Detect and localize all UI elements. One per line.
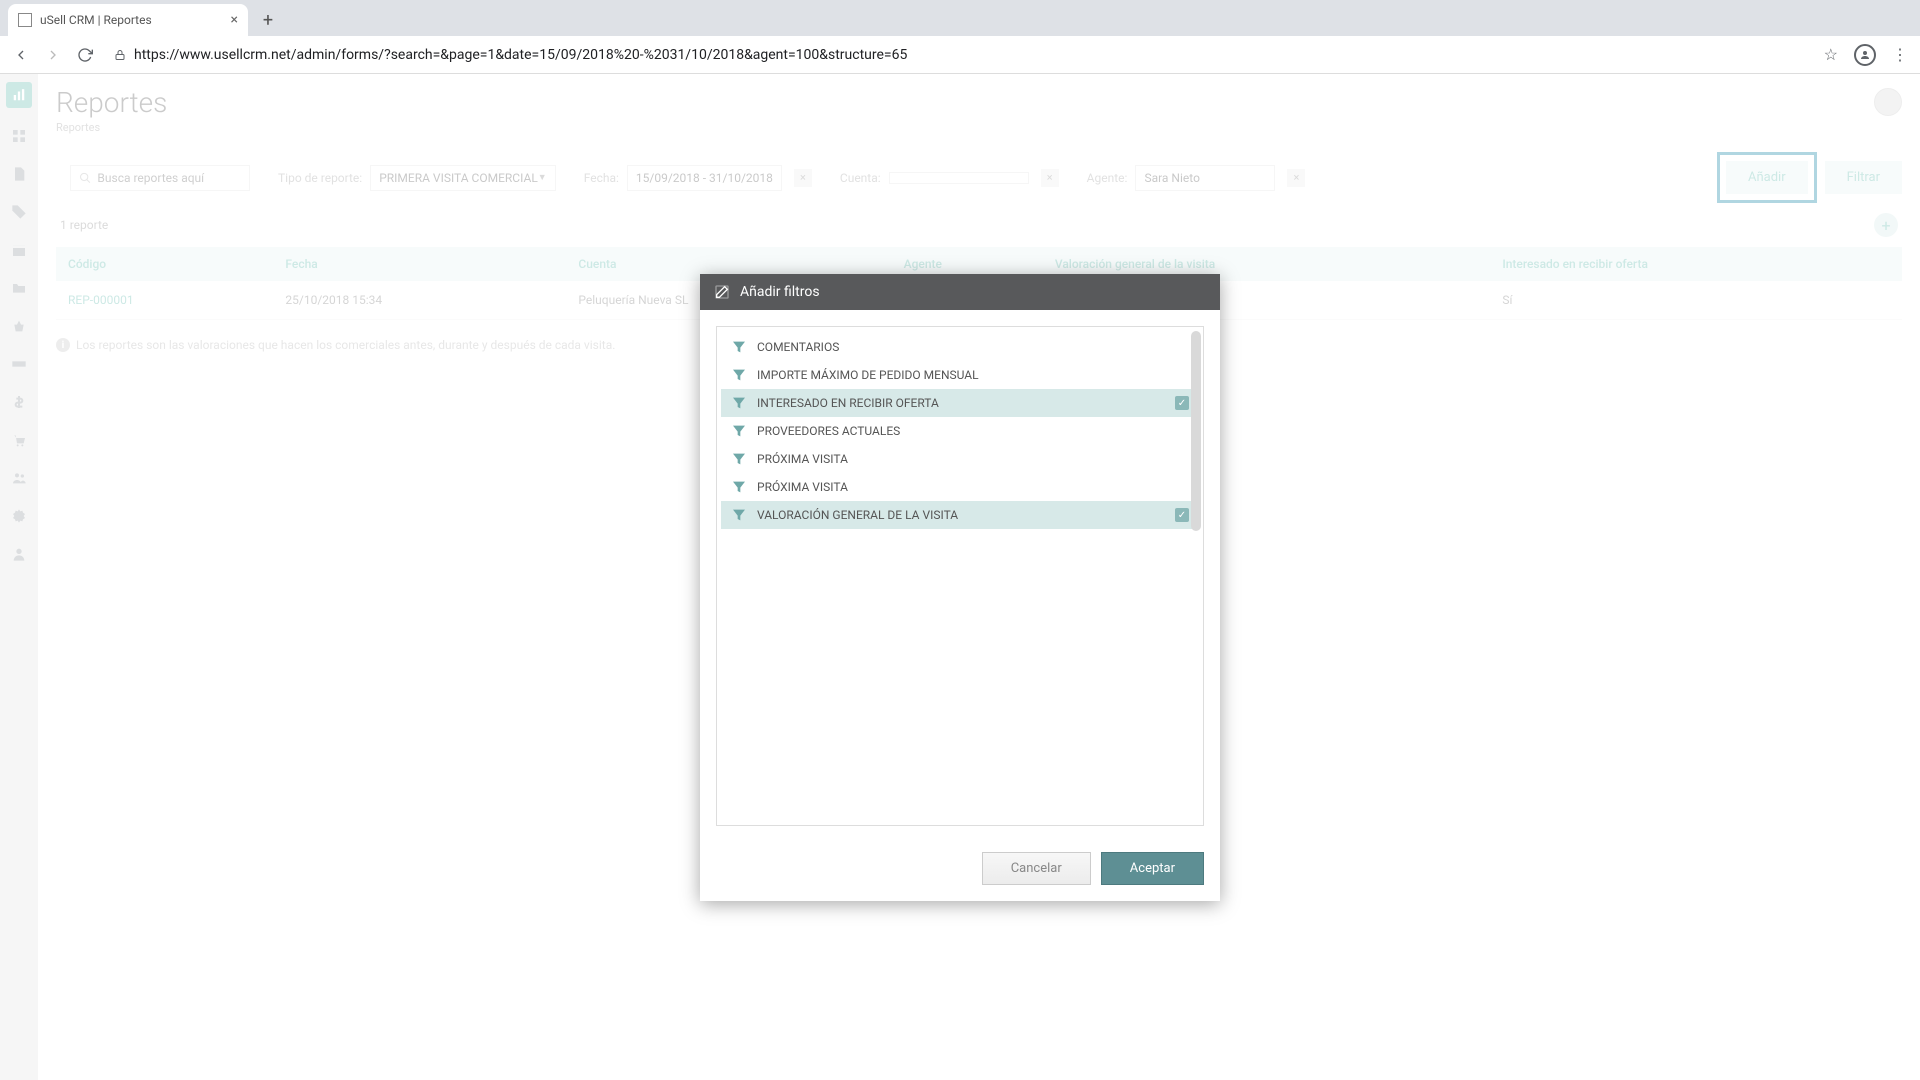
filter-item-label: IMPORTE MÁXIMO DE PEDIDO MENSUAL	[757, 368, 979, 382]
funnel-icon	[731, 339, 747, 355]
bookmark-icon[interactable]: ☆	[1824, 45, 1838, 64]
funnel-icon	[731, 479, 747, 495]
funnel-icon	[731, 367, 747, 383]
close-tab-icon[interactable]: ×	[231, 12, 238, 28]
accept-button[interactable]: Aceptar	[1101, 852, 1204, 885]
filter-item-label: COMENTARIOS	[757, 340, 839, 354]
tabs-bar: uSell CRM | Reportes × +	[0, 0, 1920, 36]
filter-item[interactable]: PRÓXIMA VISITA	[721, 473, 1199, 501]
filter-item-label: VALORACIÓN GENERAL DE LA VISITA	[757, 508, 958, 522]
funnel-icon	[731, 507, 747, 523]
reload-button[interactable]	[76, 46, 94, 64]
filter-item-label: PRÓXIMA VISITA	[757, 452, 848, 466]
filter-item[interactable]: VALORACIÓN GENERAL DE LA VISITA ✓	[721, 501, 1199, 529]
back-button[interactable]	[12, 46, 30, 64]
cancel-button[interactable]: Cancelar	[982, 852, 1091, 885]
url-box[interactable]: https://www.usellcrm.net/admin/forms/?se…	[108, 47, 1810, 63]
tab-title: uSell CRM | Reportes	[40, 13, 152, 27]
filter-item[interactable]: PRÓXIMA VISITA	[721, 445, 1199, 473]
modal-overlay[interactable]: Añadir filtros COMENTARIOS IMPORTE MÁXIMO…	[0, 74, 1920, 1080]
new-tab-button[interactable]: +	[254, 6, 282, 34]
funnel-icon	[731, 395, 747, 411]
url-text: https://www.usellcrm.net/admin/forms/?se…	[134, 47, 907, 63]
browser-chrome: uSell CRM | Reportes × + https://www.use…	[0, 0, 1920, 74]
funnel-icon	[731, 423, 747, 439]
scrollbar[interactable]	[1191, 331, 1201, 531]
filter-item[interactable]: INTERESADO EN RECIBIR OFERTA ✓	[721, 389, 1199, 417]
address-bar: https://www.usellcrm.net/admin/forms/?se…	[0, 36, 1920, 74]
edit-icon	[714, 284, 730, 300]
modal-header: Añadir filtros	[700, 274, 1220, 310]
lock-icon	[114, 48, 126, 62]
filter-item[interactable]: COMENTARIOS	[721, 333, 1199, 361]
forward-button[interactable]	[44, 46, 62, 64]
filter-list[interactable]: COMENTARIOS IMPORTE MÁXIMO DE PEDIDO MENS…	[716, 326, 1204, 826]
filter-item[interactable]: IMPORTE MÁXIMO DE PEDIDO MENSUAL	[721, 361, 1199, 389]
funnel-icon	[731, 451, 747, 467]
page-icon	[18, 13, 32, 27]
filter-item-label: PRÓXIMA VISITA	[757, 480, 848, 494]
modal-title: Añadir filtros	[740, 284, 820, 300]
modal-footer: Cancelar Aceptar	[700, 842, 1220, 901]
filter-item[interactable]: PROVEEDORES ACTUALES	[721, 417, 1199, 445]
check-icon: ✓	[1175, 396, 1189, 410]
filter-item-label: INTERESADO EN RECIBIR OFERTA	[757, 396, 939, 410]
add-filters-modal: Añadir filtros COMENTARIOS IMPORTE MÁXIMO…	[700, 274, 1220, 901]
check-icon: ✓	[1175, 508, 1189, 522]
filter-item-label: PROVEEDORES ACTUALES	[757, 424, 900, 438]
profile-icon[interactable]	[1854, 44, 1876, 66]
browser-tab[interactable]: uSell CRM | Reportes ×	[8, 4, 248, 36]
menu-icon[interactable]: ⋮	[1892, 45, 1908, 64]
